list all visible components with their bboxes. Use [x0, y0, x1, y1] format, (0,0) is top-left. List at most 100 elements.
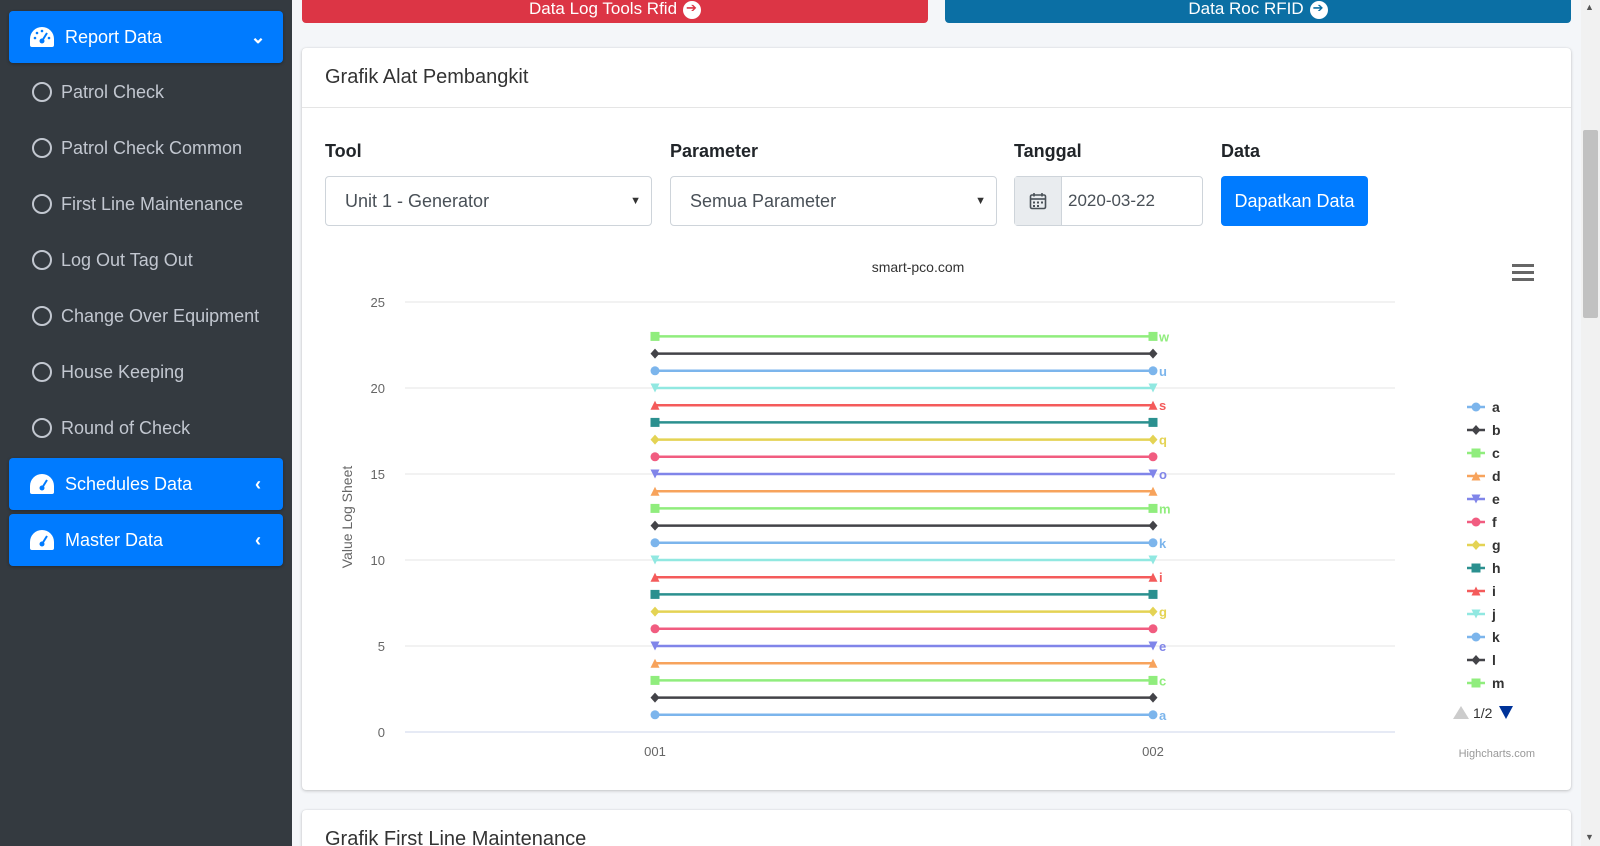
parameter-select[interactable]: Semua Parameter ▼ [670, 176, 997, 226]
legend-item-label: k [1492, 629, 1500, 645]
circle-icon [32, 138, 52, 158]
flm-card-title: Grafik First Line Maintenance [302, 810, 1571, 846]
circle-icon [32, 250, 52, 270]
y-tick-label: 5 [378, 639, 385, 654]
data-point-a [1148, 710, 1158, 720]
chart-menu-icon[interactable] [1512, 264, 1534, 282]
data-point-v [1148, 348, 1158, 359]
legend-item-label: h [1492, 560, 1501, 576]
legend-marker [1471, 563, 1481, 573]
circle-icon [32, 194, 52, 214]
nav-schedules-data[interactable]: Schedules Data ‹ [9, 458, 283, 510]
circle-icon [32, 362, 52, 382]
series-end-label: s [1159, 398, 1166, 413]
nav-item-first-line-maintenance[interactable]: First Line Maintenance [32, 184, 243, 224]
chart-title: smart-pco.com [872, 259, 965, 275]
x-tick-label: 002 [1142, 744, 1164, 759]
legend-item-label: c [1492, 445, 1500, 461]
series-end-label: o [1159, 467, 1167, 482]
calendar-icon [1015, 177, 1062, 225]
scroll-up-icon[interactable]: ▲ [1585, 2, 1594, 12]
data-point-c [650, 675, 660, 685]
data-roc-rfid-button[interactable]: Data Roc RFID [945, 0, 1571, 23]
nav-item-patrol-check[interactable]: Patrol Check [32, 72, 164, 112]
nav-item-house-keeping[interactable]: House Keeping [32, 352, 184, 392]
nav-item-label: Round of Check [61, 417, 191, 438]
nav-item-change-over-equipment[interactable]: Change Over Equipment [32, 296, 259, 336]
nav-report-data-label: Report Data [65, 26, 163, 47]
tool-label: Tool [325, 141, 362, 161]
line-chart: smart-pco.com 0 5 10 15 20 25 Value Log Sheet 00… [330, 255, 1555, 765]
data-point-f [1148, 624, 1158, 634]
nav-master-data[interactable]: Master Data ‹ [9, 514, 283, 566]
nav-item-log-out-tag-out[interactable]: Log Out Tag Out [32, 240, 193, 280]
data-point-w [1148, 331, 1158, 341]
dropdown-arrow-icon: ▼ [975, 195, 986, 207]
nav-master-data-label: Master Data [65, 529, 164, 550]
legend-item-label: e [1492, 491, 1500, 507]
data-point-q [650, 434, 660, 445]
data-point-u [1148, 366, 1158, 376]
series-end-label: e [1159, 639, 1166, 654]
chart-svg: smart-pco.com 0 5 10 15 20 25 Value Log Sheet 00… [339, 259, 1535, 760]
data-point-r [650, 417, 660, 427]
legend-item-label: d [1492, 468, 1501, 484]
circle-icon [32, 418, 52, 438]
data-point-h [650, 589, 660, 599]
parameter-select-value: Semua Parameter [690, 190, 837, 211]
legend-item-label: b [1492, 422, 1501, 438]
data-point-m [650, 503, 660, 513]
flm-chart-card: Grafik First Line Maintenance [302, 810, 1571, 846]
data-point-p [650, 452, 660, 462]
data-point-l [650, 520, 660, 531]
scrollbar[interactable]: ▲ ▼ [1581, 0, 1600, 846]
legend-marker [1471, 632, 1481, 642]
data-log-tools-rfid-button[interactable]: Data Log Tools Rfid [302, 0, 928, 23]
nav-schedules-data-label: Schedules Data [65, 473, 193, 494]
date-field[interactable]: 2020-03-22 [1014, 176, 1203, 226]
series-end-label: a [1159, 708, 1167, 723]
tachometer-icon [30, 530, 54, 550]
chevron-left-icon: ‹ [255, 473, 261, 494]
data-point-k [650, 538, 660, 548]
nav-item-round-of-check[interactable]: Round of Check [32, 408, 190, 448]
data-point-h [1148, 589, 1158, 599]
data-point-g [1148, 606, 1158, 617]
data-point-q [1148, 434, 1158, 445]
series-end-label: i [1159, 570, 1163, 585]
nav-item-label: House Keeping [61, 361, 185, 382]
y-tick-label: 25 [371, 295, 385, 310]
arrow-circle-right-icon [683, 0, 702, 19]
series-end-label: c [1159, 673, 1166, 688]
legend-prev-icon [1453, 706, 1469, 719]
nav-report-data[interactable]: Report Data ⌄ [9, 11, 283, 63]
dropdown-arrow-icon: ▼ [630, 195, 641, 207]
legend-page-indicator: 1/2 [1473, 705, 1493, 721]
legend-next-icon [1499, 706, 1513, 719]
tool-select-value: Unit 1 - Generator [345, 190, 490, 211]
series-end-label: g [1159, 605, 1167, 620]
date-input[interactable]: 2020-03-22 [1062, 177, 1202, 225]
data-point-p [1148, 452, 1158, 462]
data-point-k [1148, 538, 1158, 548]
circle-icon [32, 306, 52, 326]
scroll-down-icon[interactable]: ▼ [1585, 832, 1594, 842]
chevron-left-icon: ‹ [255, 529, 261, 550]
scroll-thumb[interactable] [1583, 130, 1598, 318]
y-tick-label: 10 [371, 553, 385, 568]
parameter-label: Parameter [670, 141, 759, 161]
get-data-button[interactable]: Dapatkan Data [1221, 176, 1368, 226]
nav-item-patrol-check-common[interactable]: Patrol Check Common [32, 128, 242, 168]
data-point-u [650, 366, 660, 376]
date-label: Tanggal [1014, 141, 1082, 161]
tool-select[interactable]: Unit 1 - Generator ▼ [325, 176, 652, 226]
chevron-down-icon: ⌄ [250, 26, 266, 47]
data-log-tools-rfid-label: Data Log Tools Rfid [528, 0, 678, 18]
chart-credits: Highcharts.com [1459, 748, 1535, 760]
data-point-g [650, 606, 660, 617]
data-point-f [650, 624, 660, 634]
data-point-w [650, 331, 660, 341]
legend-marker [1471, 655, 1481, 665]
data-point-b [650, 692, 660, 703]
data-point-m [1148, 503, 1158, 513]
